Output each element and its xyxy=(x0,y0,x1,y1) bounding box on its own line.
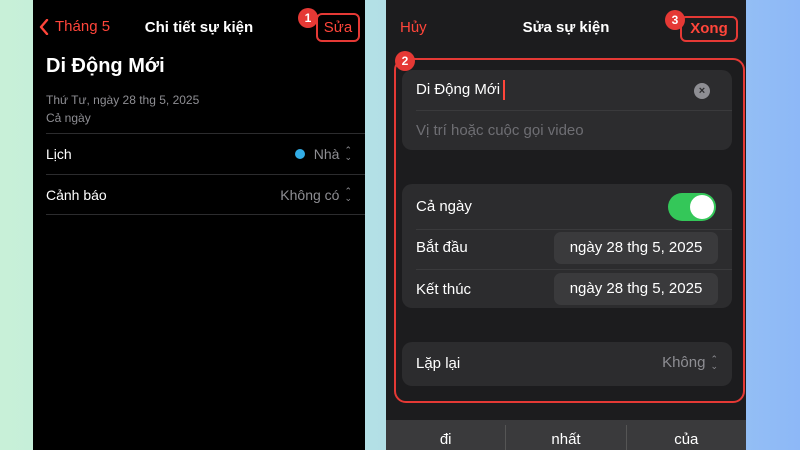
chevron-updown-icon: ⌃ ⌄ xyxy=(344,145,352,162)
highlight-box xyxy=(394,58,745,403)
event-all-day: Cả ngày xyxy=(46,111,91,125)
edit-button[interactable]: Sửa xyxy=(316,13,360,42)
edit-event-screen: Hủy Sửa sự kiện Xong Di Động Mới × Vị tr… xyxy=(386,0,746,450)
suggestion-key[interactable]: nhất xyxy=(506,420,625,450)
alert-label: Cảnh báo xyxy=(46,187,107,203)
calendar-name: Nhà xyxy=(313,146,340,162)
alert-value: Không có ⌃ ⌄ xyxy=(280,186,352,204)
keyboard-suggestion-bar: đi nhất của xyxy=(386,420,746,450)
alert-row[interactable]: Cảnh báo Không có ⌃ ⌄ xyxy=(46,175,352,215)
calendar-color-dot xyxy=(294,149,305,159)
step-badge-3: 3 xyxy=(665,10,685,30)
calendar-label: Lịch xyxy=(46,146,72,162)
calendar-row[interactable]: Lịch Nhà ⌃ ⌄ xyxy=(46,134,352,174)
step-badge-2: 2 xyxy=(395,51,415,71)
divider xyxy=(46,214,365,215)
nav-bar: Tháng 5 Chi tiết sự kiện Sửa xyxy=(33,0,365,56)
nav-bar: Hủy Sửa sự kiện Xong xyxy=(386,0,746,54)
alert-name: Không có xyxy=(280,187,340,203)
suggestion-key[interactable]: đi xyxy=(386,420,505,450)
suggestion-key[interactable]: của xyxy=(627,420,746,450)
calendar-value: Nhà ⌃ ⌄ xyxy=(294,145,352,162)
step-badge-1: 1 xyxy=(298,8,318,28)
done-button[interactable]: Xong xyxy=(680,16,738,42)
event-detail-screen: Tháng 5 Chi tiết sự kiện Sửa Di Động Mới… xyxy=(33,0,365,450)
chevron-updown-icon: ⌃ ⌄ xyxy=(344,186,352,203)
event-date: Thứ Tư, ngày 28 thg 5, 2025 xyxy=(46,93,200,107)
event-title: Di Động Mới xyxy=(46,55,165,77)
